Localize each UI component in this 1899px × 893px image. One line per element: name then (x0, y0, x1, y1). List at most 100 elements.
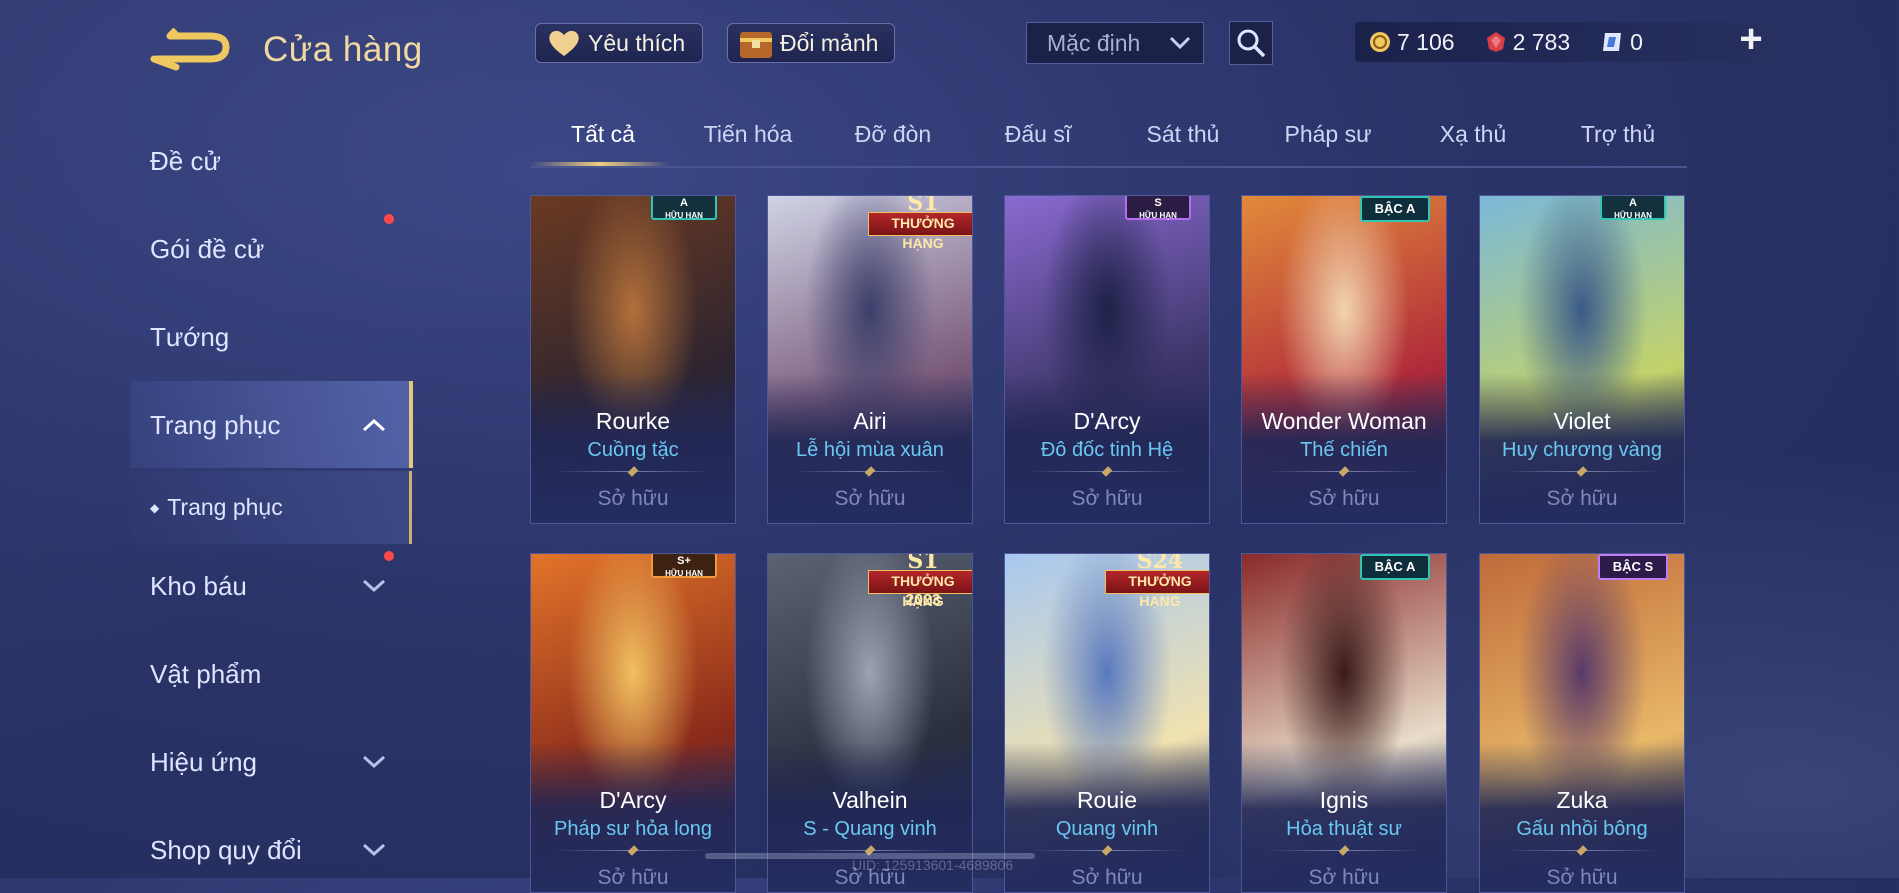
tab-evolution[interactable]: Tiến hóa (675, 121, 821, 148)
tab-mage[interactable]: Pháp sư (1255, 121, 1401, 148)
card-divider (792, 471, 948, 472)
card-divider (1029, 471, 1185, 472)
card-divider (555, 471, 711, 472)
sidebar-item-skins[interactable]: Trang phục (150, 410, 281, 441)
season-year: 2023 (905, 592, 941, 609)
search-button[interactable] (1229, 21, 1273, 65)
tab-marksman[interactable]: Xạ thủ (1400, 121, 1546, 148)
tab-all[interactable]: Tất cả (530, 121, 676, 148)
tab-tank[interactable]: Đỡ đòn (820, 121, 966, 148)
skin-name: S - Quang vinh (803, 818, 937, 840)
card-divider (555, 850, 711, 851)
owned-status: Sở hữu (1546, 487, 1618, 510)
currency-bar: 7 106 2 783 0 (1355, 22, 1780, 62)
limited-badge: A HỮU HẠN (1600, 196, 1666, 220)
heart-icon (549, 30, 579, 56)
chevron-down-icon (362, 843, 386, 857)
sidebar-item-exchange-shop[interactable]: Shop quy đổi (150, 835, 302, 866)
skin-card[interactable]: S+ HỮU HẠN D'Arcy Pháp sư hỏa long Sở hữu (530, 553, 736, 893)
card-divider (1266, 471, 1422, 472)
skin-card[interactable]: BẬC A Wonder Woman Thế chiến Sở hữu (1241, 195, 1447, 524)
skin-card[interactable]: A HỮU HẠN Rourke Cuồng tặc Sở hữu (530, 195, 736, 524)
page-title: Cửa hàng (263, 30, 423, 69)
sort-dropdown[interactable]: Mặc định (1026, 22, 1204, 64)
skin-card[interactable]: BẬC A Ignis Hỏa thuật sư Sở hữu (1241, 553, 1447, 893)
hero-name: Violet (1553, 408, 1611, 434)
skin-name: Quang vinh (1055, 818, 1159, 840)
gold-coin-icon (1370, 32, 1390, 52)
sidebar-item-recommended-packs[interactable]: Gói đề cử (150, 234, 264, 265)
chevron-down-icon (362, 579, 386, 593)
favorite-button[interactable]: Yêu thích (535, 23, 703, 63)
sidebar-item-recommended[interactable]: Đề cử (150, 146, 221, 177)
skin-name: Đô đốc tinh Hệ (1040, 439, 1174, 461)
voucher-currency: 2 783 (1485, 29, 1570, 56)
active-tab-indicator (530, 162, 670, 166)
hero-name: D'Arcy (599, 787, 667, 813)
skin-name: Pháp sư hỏa long (554, 818, 712, 840)
season-badge: S24 (1136, 553, 1184, 574)
add-currency-button[interactable]: + (1733, 19, 1769, 59)
sidebar-item-heroes[interactable]: Tướng (150, 322, 229, 353)
skin-card[interactable]: S24 THƯỞNG HẠNG Rouie Quang vinh Sở hữu (1004, 553, 1210, 893)
ticket-currency: 0 (1600, 29, 1643, 56)
sidebar-subitem-skins[interactable]: ◆ Trang phục (150, 494, 283, 521)
notification-dot (384, 214, 394, 224)
season-badge: S1 (907, 553, 939, 574)
skin-card[interactable]: A HỮU HẠN Violet Huy chương vàng Sở hữu (1479, 195, 1685, 524)
chest-icon (740, 32, 772, 58)
owned-status: Sở hữu (834, 487, 906, 510)
hero-name: Wonder Woman (1261, 408, 1427, 434)
card-divider (1029, 850, 1185, 851)
category-tabs: Tất cả Tiến hóa Đỡ đòn Đấu sĩ Sát thủ Ph… (530, 106, 1687, 168)
skin-name: Gấu nhồi bông (1516, 818, 1648, 840)
chevron-down-icon (1169, 36, 1191, 50)
rank-reward-badge: THƯỞNG HẠNG (868, 212, 972, 251)
card-divider (1504, 850, 1660, 851)
skin-name: Thế chiến (1300, 439, 1388, 461)
owned-status: Sở hữu (1071, 487, 1143, 510)
skin-name: Hỏa thuật sư (1286, 818, 1402, 840)
red-voucher-icon (1486, 32, 1505, 52)
hero-name: Rouie (1076, 787, 1138, 813)
gold-currency: 7 106 (1369, 29, 1455, 56)
limited-badge: S HỮU HẠN (1125, 196, 1191, 220)
sidebar-item-treasure[interactable]: Kho báu (150, 571, 247, 602)
skin-card[interactable]: S1 THƯỞNG HẠNG Airi Lễ hội mùa xuân Sở hữ… (767, 195, 973, 524)
back-arrow-icon[interactable] (150, 28, 230, 72)
notification-dot (384, 551, 394, 561)
tab-fighter[interactable]: Đấu sĩ (965, 121, 1111, 148)
sidebar-item-effects[interactable]: Hiệu ứng (150, 747, 257, 778)
skin-name: Lễ hội mùa xuân (796, 439, 944, 461)
card-divider (792, 850, 948, 851)
search-icon (1237, 29, 1266, 58)
limited-badge: A HỮU HẠN (651, 196, 717, 220)
hero-name: Ignis (1319, 787, 1369, 813)
skin-name: Cuồng tặc (587, 439, 679, 461)
tab-assassin[interactable]: Sát thủ (1110, 121, 1256, 148)
owned-status: Sở hữu (597, 487, 669, 510)
sidebar-item-items[interactable]: Vật phẩm (150, 659, 261, 690)
limited-badge: S+ HỮU HẠN (651, 554, 717, 578)
exchange-shard-button[interactable]: Đổi mảnh (727, 23, 895, 63)
user-id-watermark: UID: 125913601-4689806 (852, 857, 1014, 873)
owned-status: Sở hữu (1546, 866, 1618, 889)
skin-card[interactable]: BẬC S Zuka Gấu nhồi bông Sở hữu (1479, 553, 1685, 893)
owned-status: Sở hữu (1308, 487, 1380, 510)
hero-name: D'Arcy (1073, 408, 1141, 434)
owned-status: Sở hữu (1071, 866, 1143, 889)
skin-card[interactable]: S1 THƯỞNG HẠNG 2023 Valhein S - Quang vinh… (767, 553, 973, 893)
skin-card[interactable]: S HỮU HẠN D'Arcy Đô đốc tinh Hệ Sở hữu (1004, 195, 1210, 524)
grade-badge: BẬC S (1598, 554, 1668, 580)
blue-ticket-icon (1603, 33, 1622, 51)
chevron-up-icon (362, 418, 386, 432)
tab-support[interactable]: Trợ thủ (1545, 121, 1691, 148)
hero-name: Rourke (595, 408, 671, 434)
owned-status: Sở hữu (1308, 866, 1380, 889)
grade-badge: BẬC A (1360, 196, 1430, 222)
hero-name: Zuka (1556, 787, 1608, 813)
rank-reward-badge: THƯỞNG HẠNG (868, 570, 972, 609)
sort-value: Mặc định (1047, 29, 1141, 56)
chevron-down-icon (362, 755, 386, 769)
hero-name: Valhein (832, 787, 908, 813)
